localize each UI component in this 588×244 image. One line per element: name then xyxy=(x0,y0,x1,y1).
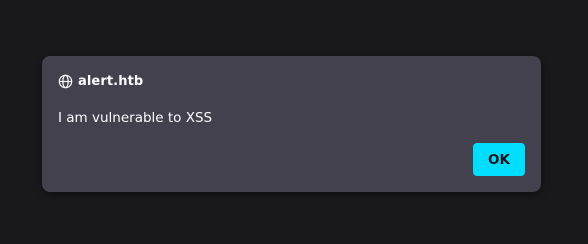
dialog-message: I am vulnerable to XSS xyxy=(58,110,213,126)
ok-button[interactable]: OK xyxy=(473,143,525,176)
globe-icon xyxy=(58,74,73,89)
dialog-title: alert.htb xyxy=(78,73,144,89)
dialog-header: alert.htb xyxy=(58,72,143,90)
alert-dialog: alert.htb I am vulnerable to XSS OK xyxy=(42,56,541,192)
